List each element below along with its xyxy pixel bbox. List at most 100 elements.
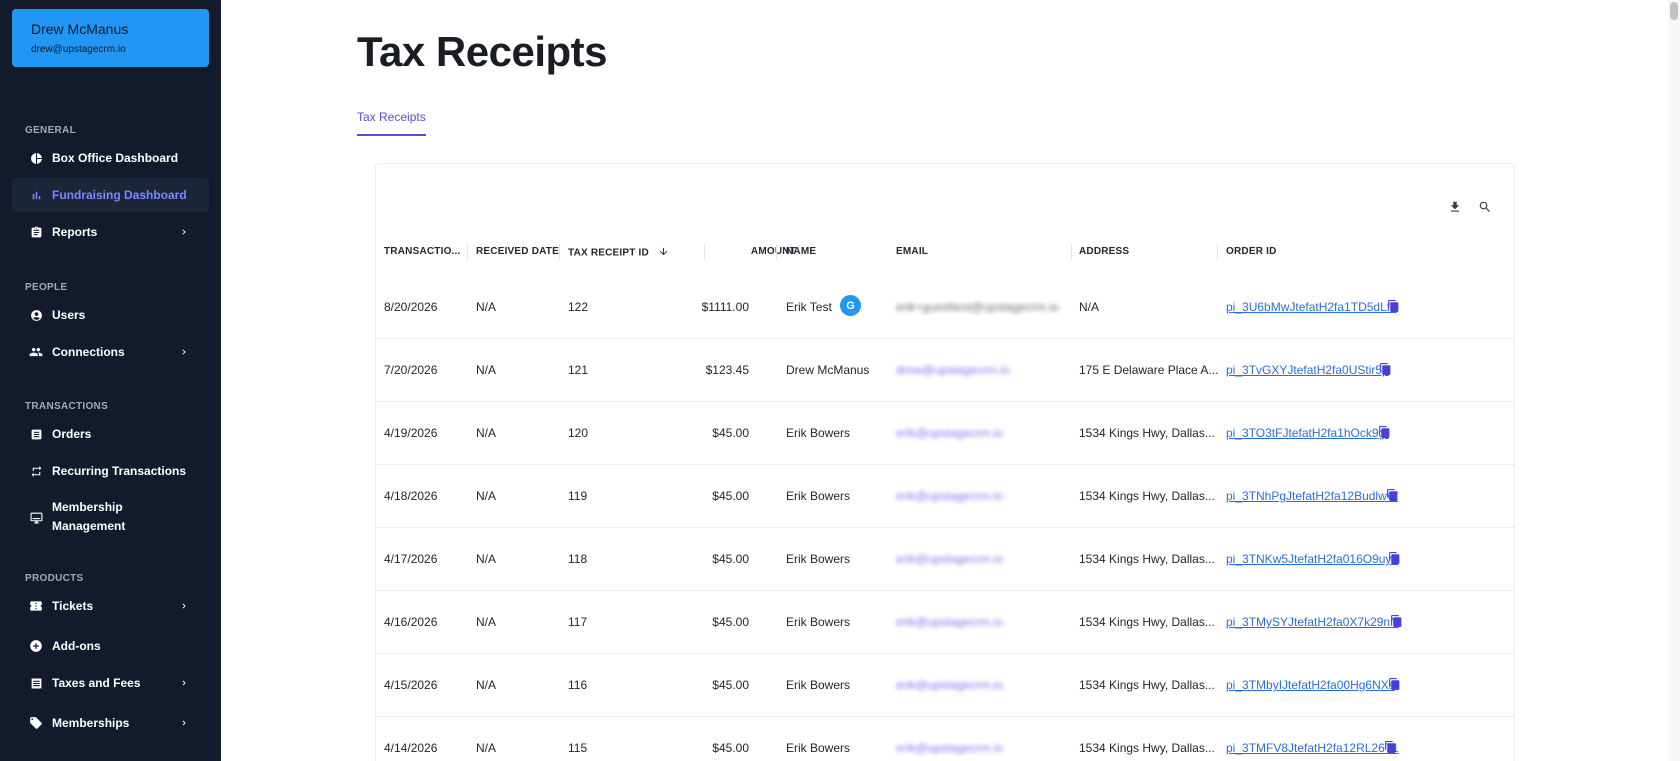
copy-icon[interactable] [1388,551,1402,566]
column-divider[interactable] [1217,244,1218,260]
cell-amount: $123.45 [705,363,749,377]
table-row[interactable]: 4/16/2026 N/A 117 $45.00 Erik Bowers eri… [376,591,1514,654]
copy-icon[interactable] [1387,299,1401,314]
copy-icon[interactable] [1386,488,1400,503]
column-divider[interactable] [467,244,468,260]
sidebar-item-memberships[interactable]: Memberships [12,706,209,740]
cell-received-date: N/A [476,615,497,629]
order-id-link[interactable]: pi_3TNhPgJtefatH2fa12BudlwW [1226,489,1398,503]
cell-receipt-id: 116 [568,678,588,692]
table-row[interactable]: 4/15/2026 N/A 116 $45.00 Erik Bowers eri… [376,654,1514,717]
user-card[interactable]: Drew McManus drew@upstagecrm.io [12,9,209,67]
tab-tax-receipts[interactable]: Tax Receipts [357,110,426,136]
sidebar-item-box-office-dashboard[interactable]: Box Office Dashboard [12,141,209,175]
cell-amount: $45.00 [712,678,749,692]
page-scrollbar[interactable] [1668,0,1680,761]
copy-icon[interactable] [1390,614,1404,629]
column-divider[interactable] [559,244,560,260]
table-row[interactable]: 8/20/2026 N/A 122 $1111.00 Erik Test G e… [376,276,1514,339]
sidebar-item-label: Taxes and Fees [52,676,141,690]
table-row[interactable]: 4/17/2026 N/A 118 $45.00 Erik Bowers eri… [376,528,1514,591]
cell-receipt-id: 119 [568,489,588,503]
sidebar-item-orders[interactable]: Orders [12,417,209,451]
order-id-link[interactable]: pi_3TO3tFJtefatH2fa1hOck9gt [1226,426,1389,440]
cell-name: Erik Bowers [786,678,851,692]
cell-received-date: N/A [476,426,497,440]
download-icon [1448,200,1462,219]
cell-email: erik@upstagecrm.io [896,741,1003,755]
sidebar-item-taxes-and-fees[interactable]: Taxes and Fees [12,666,209,700]
order-id-link[interactable]: pi_3TvGXYJtefatH2fa0UStir5p [1226,363,1389,377]
cell-address: 1534 Kings Hwy, Dallas... [1079,489,1215,503]
section-label-general: GENERAL [25,125,76,136]
cell-received-date: N/A [476,552,497,566]
sidebar-item-connections[interactable]: Connections [12,335,209,369]
sidebar-item-add-ons[interactable]: Add-ons [12,629,209,663]
sidebar-item-reports[interactable]: Reports [12,215,209,249]
column-header-address[interactable]: ADDRESS [1079,246,1129,257]
cell-receipt-id: 122 [568,300,589,314]
table-row[interactable]: 4/18/2026 N/A 119 $45.00 Erik Bowers eri… [376,465,1514,528]
sidebar-item-tickets[interactable]: Tickets [12,589,209,623]
cell-email: drew@upstagecrm.io [896,363,1010,377]
table-row[interactable]: 7/20/2026 N/A 121 $123.45 Drew McManus d… [376,339,1514,402]
chevron-right-icon [177,599,191,613]
copy-icon[interactable] [1378,425,1392,440]
sidebar-item-recurring-transactions[interactable]: Recurring Transactions [12,454,209,488]
cell-email: erik@upstagecrm.io [896,615,1003,629]
cell-receipt-id: 120 [568,426,589,440]
sidebar-item-label: Membership Management [52,500,126,533]
page-title: Tax Receipts [357,28,608,75]
cell-transaction-date: 4/14/2026 [384,741,438,755]
column-header-order-id[interactable]: ORDER ID [1226,246,1277,257]
column-header-transaction[interactable]: TRANSACTIO... [384,246,461,257]
order-id-link[interactable]: pi_3TNKw5JtefatH2fa016O9uy0 [1226,552,1398,566]
cell-name: Erik Test [786,300,832,314]
order-id-link[interactable]: pi_3TMFV8JtefatH2fa12RL26T1 [1226,741,1399,755]
cell-received-date: N/A [476,363,497,377]
column-header-email[interactable]: EMAIL [896,246,928,257]
cell-amount: $45.00 [712,741,749,755]
cell-address: 175 E Delaware Place A... [1079,363,1219,377]
monitor-icon [29,510,43,524]
sort-arrow-down-icon[interactable] [658,246,669,260]
sidebar-item-users[interactable]: Users [12,298,209,332]
chevron-right-icon [177,345,191,359]
cell-address: N/A [1079,300,1100,314]
bar-chart-icon [29,188,43,202]
cell-transaction-date: 4/18/2026 [384,489,438,503]
column-divider[interactable] [704,244,705,260]
sidebar-item-label: Box Office Dashboard [52,151,179,165]
sidebar-item-label: Fundraising Dashboard [52,188,187,202]
cell-received-date: N/A [476,300,497,314]
copy-icon[interactable] [1384,740,1398,755]
column-header-received-date[interactable]: RECEIVED DATE [476,246,559,257]
chevron-right-icon [177,716,191,730]
order-id-link[interactable]: pi_3TMbyIJtefatH2fa00Hg6NXs [1226,678,1395,692]
copy-icon[interactable] [1388,677,1402,692]
search-button[interactable] [1476,200,1494,218]
copy-icon[interactable] [1379,362,1393,377]
cell-received-date: N/A [476,678,497,692]
table-row[interactable]: 4/19/2026 N/A 120 $45.00 Erik Bowers eri… [376,402,1514,465]
receipt-icon [29,676,43,690]
scrollbar-thumb[interactable] [1670,2,1678,20]
cell-amount: $45.00 [712,615,749,629]
column-header-amount[interactable]: AMOUNT [716,246,796,257]
column-divider[interactable] [1071,244,1072,260]
sidebar-item-membership-management[interactable]: Membership Management [12,494,209,540]
table-row[interactable]: 4/14/2026 N/A 115 $45.00 Erik Bowers eri… [376,717,1514,761]
sidebar-item-fundraising-dashboard[interactable]: Fundraising Dashboard [12,178,209,212]
ticket-icon [29,599,43,613]
column-divider[interactable] [776,244,777,260]
order-id-link[interactable]: pi_3U6bMwJtefatH2fa1TD5dLfb [1226,300,1397,314]
column-header-tax-receipt-id[interactable]: TAX RECEIPT ID [568,246,669,260]
cell-email: erik@upstagecrm.io [896,489,1003,503]
download-button[interactable] [1446,200,1464,218]
order-id-link[interactable]: pi_3TMySYJtefatH2fa0X7k29nN [1226,615,1399,629]
people-icon [29,345,43,359]
tax-receipts-table: TRANSACTIO... RECEIVED DATE TAX RECEIPT … [375,163,1515,761]
cell-received-date: N/A [476,489,497,503]
column-header-name[interactable]: NAME [786,246,816,257]
sidebar-item-label: Connections [52,345,125,359]
